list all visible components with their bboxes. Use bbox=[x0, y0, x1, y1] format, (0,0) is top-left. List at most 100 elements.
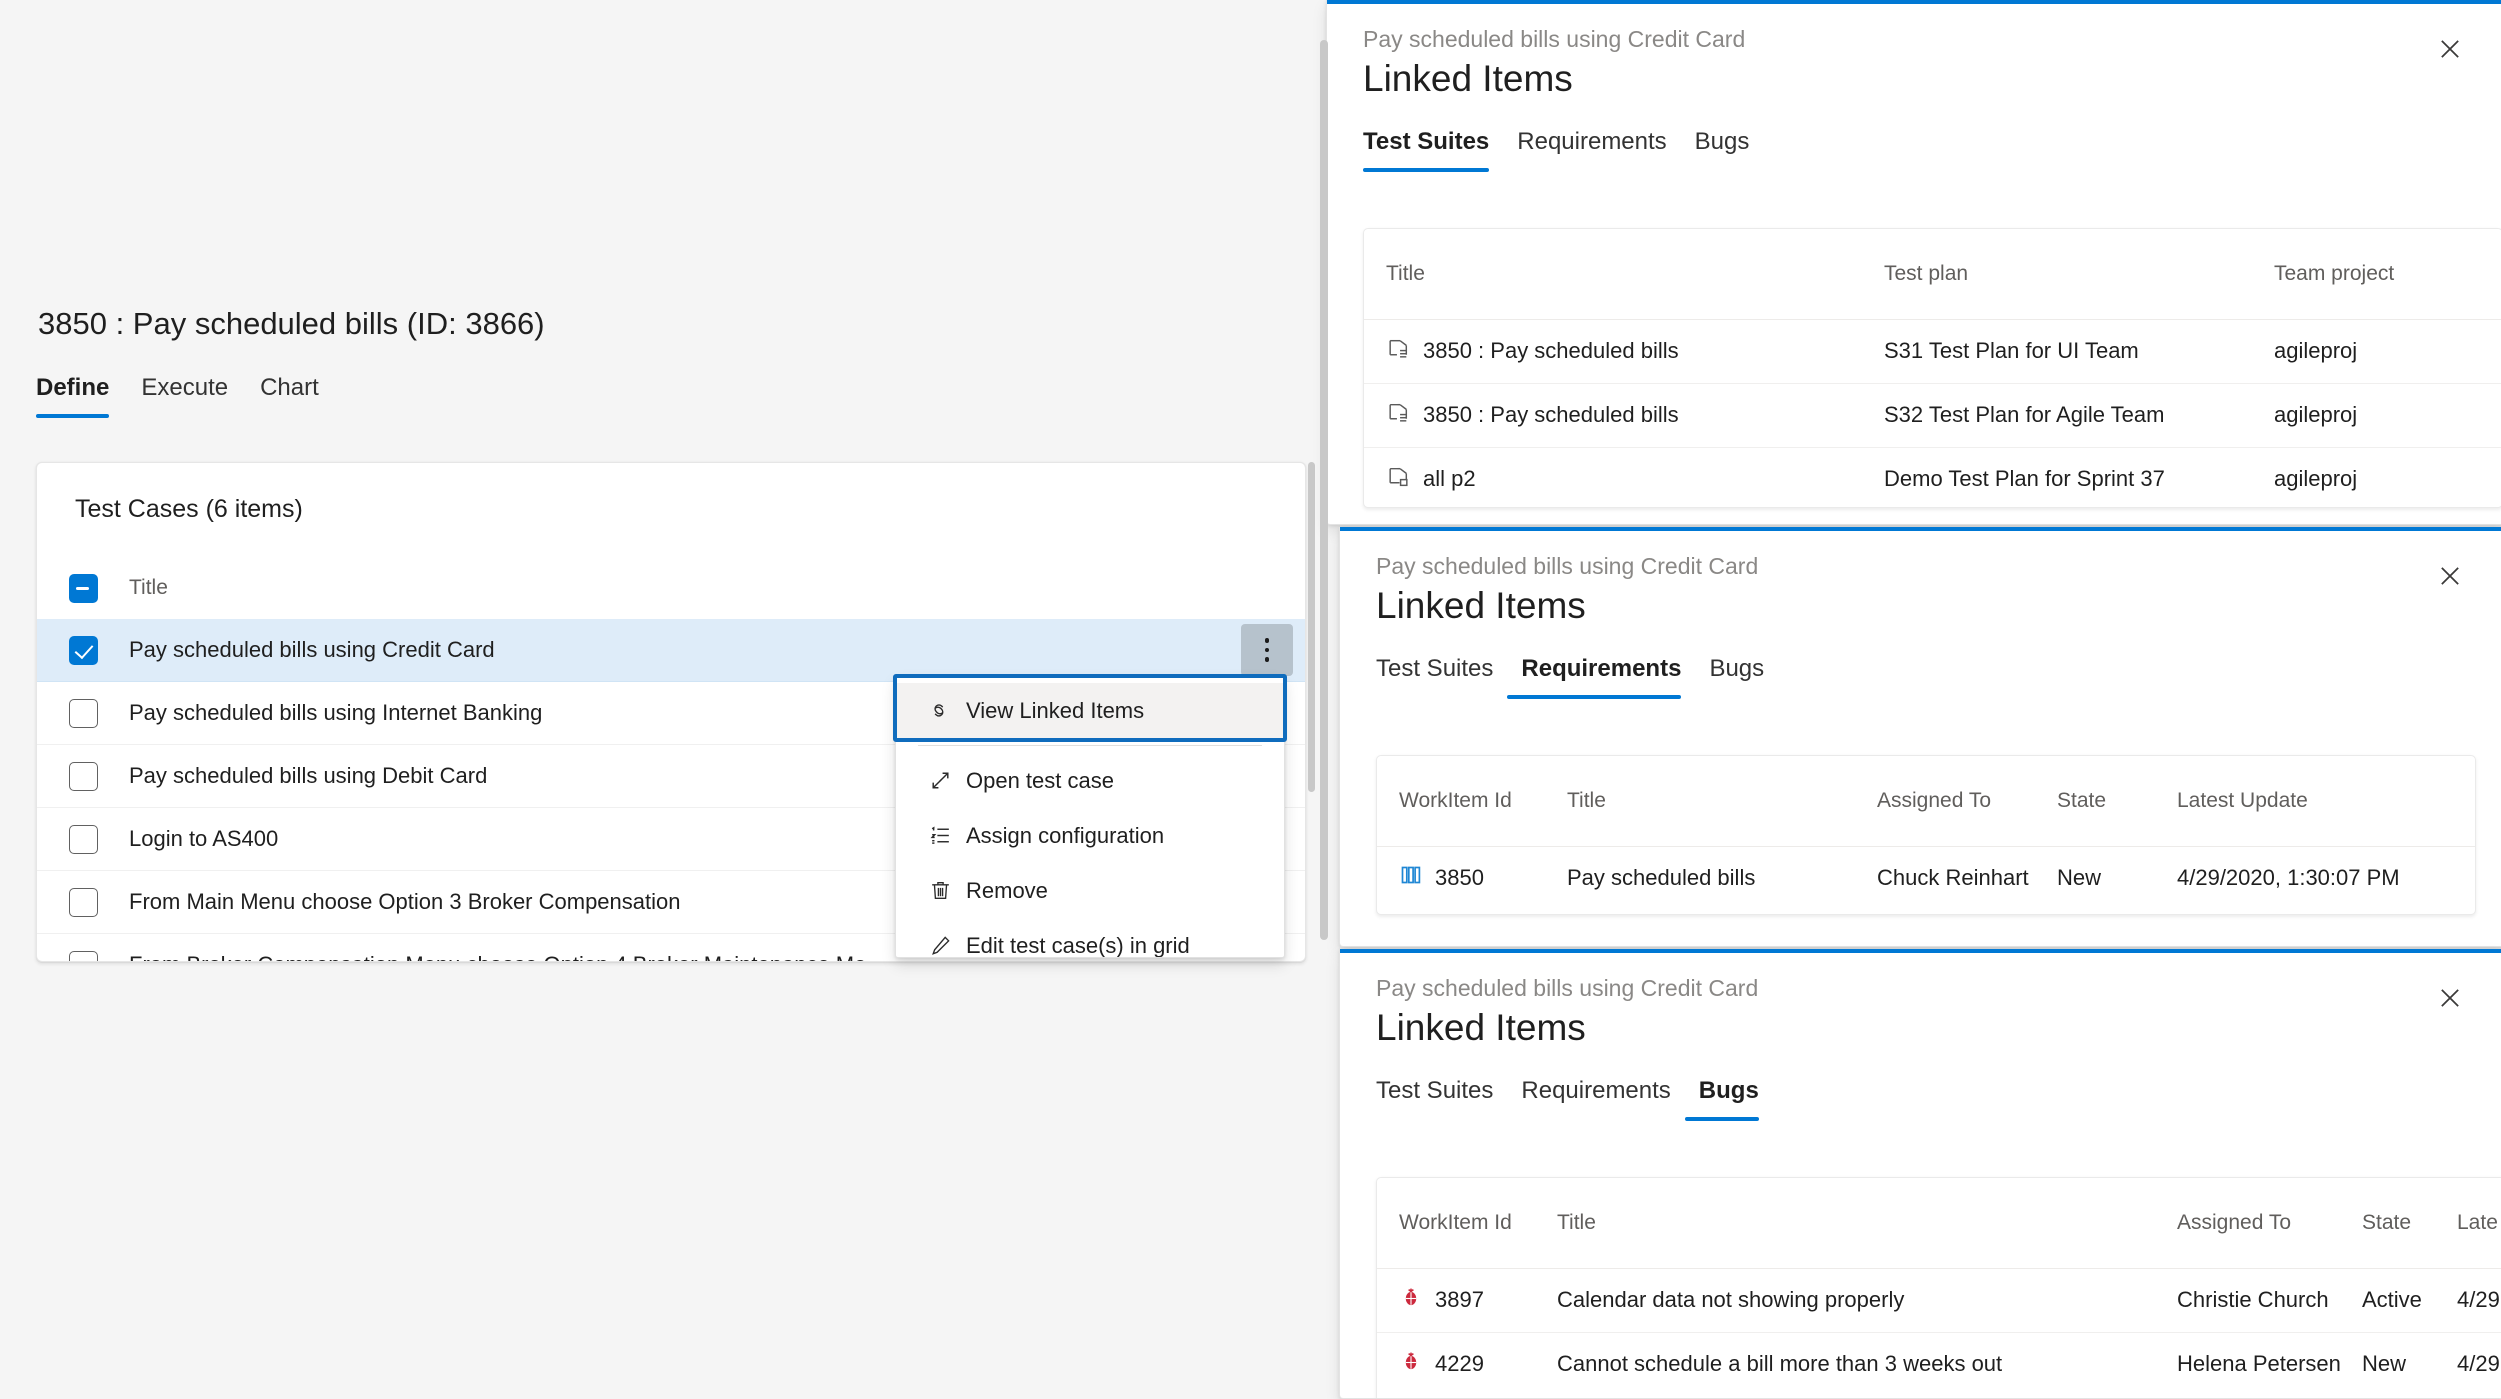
cell-team-project: agileproj bbox=[2274, 466, 2358, 492]
row-checkbox[interactable] bbox=[68, 824, 98, 854]
open-external-icon bbox=[914, 768, 966, 793]
table-row[interactable]: 4229 Cannot schedule a bill more than 3 … bbox=[1377, 1332, 2501, 1396]
tab-execute[interactable]: Execute bbox=[125, 374, 244, 418]
row-checkbox-cell[interactable] bbox=[37, 824, 129, 854]
menu-divider bbox=[918, 745, 1262, 746]
tab-bugs[interactable]: Bugs bbox=[1684, 1077, 1773, 1121]
select-all-checkbox[interactable] bbox=[68, 573, 98, 603]
tab-define-label: Define bbox=[36, 374, 110, 401]
menu-item-open-test-case[interactable]: Open test case bbox=[896, 753, 1284, 808]
column-header-title[interactable]: Title bbox=[129, 576, 168, 600]
test-suites-table: Title Test plan Team project 3850: Pay … bbox=[1364, 229, 2501, 507]
column-header-assigned-to[interactable]: Assigned To bbox=[1877, 756, 2057, 847]
tab-chart[interactable]: Chart bbox=[244, 374, 335, 418]
tab-define[interactable]: Define bbox=[36, 374, 125, 418]
scrollbar-thumb[interactable] bbox=[1308, 462, 1315, 792]
row-title: From Broker Compensation Menu choose Opt… bbox=[129, 952, 866, 961]
column-header-workitem-id[interactable]: WorkItem Id bbox=[1377, 756, 1567, 847]
column-header-latest-update[interactable]: Late bbox=[2457, 1178, 2501, 1269]
column-header-state[interactable]: State bbox=[2362, 1178, 2457, 1269]
select-all-checkbox-cell[interactable] bbox=[37, 573, 129, 603]
row-checkbox-cell[interactable] bbox=[37, 887, 129, 917]
table-row[interactable]: 3850 : Pay scheduled bills S31 Test Plan… bbox=[1364, 319, 2501, 384]
column-header-workitem-id[interactable]: WorkItem Id bbox=[1377, 1178, 1557, 1269]
tab-test-suites[interactable]: Test Suites bbox=[1376, 1077, 1507, 1121]
table-row[interactable]: 3850 Pay scheduled bills Chuck Reinhart … bbox=[1377, 846, 2475, 910]
table-row[interactable]: all p2 Demo Test Plan for Sprint 37 agil… bbox=[1364, 447, 2501, 507]
tab-test-suites[interactable]: Test Suites bbox=[1363, 128, 1503, 172]
tab-label: Requirements bbox=[1517, 128, 1667, 155]
tab-requirements[interactable]: Requirements bbox=[1503, 128, 1680, 172]
row-checkbox[interactable] bbox=[68, 950, 98, 961]
column-header-team-project[interactable]: Team project bbox=[2274, 229, 2501, 320]
test-cases-heading: Test Cases (6 items) bbox=[75, 495, 303, 523]
row-checkbox[interactable] bbox=[68, 887, 98, 917]
tab-test-suites[interactable]: Test Suites bbox=[1376, 655, 1507, 699]
row-checkbox-cell[interactable] bbox=[37, 698, 129, 728]
tab-chart-label: Chart bbox=[260, 374, 319, 401]
menu-item-view-linked-items[interactable]: View Linked Items bbox=[896, 683, 1284, 738]
column-header-state[interactable]: State bbox=[2057, 756, 2177, 847]
column-header-title[interactable]: Title bbox=[1557, 1178, 2177, 1269]
cell-workitem-id: 3850 bbox=[1435, 865, 1484, 891]
row-more-actions-icon[interactable] bbox=[1241, 624, 1293, 676]
table-row[interactable]: 3897 Calendar data not showing properly … bbox=[1377, 1268, 2501, 1333]
cell-state: New bbox=[2362, 1351, 2407, 1377]
panel-title: Linked Items bbox=[1376, 585, 1586, 626]
cell-title: Cannot schedule a bill more than 3 weeks… bbox=[1557, 1351, 2003, 1377]
tab-bugs[interactable]: Bugs bbox=[1695, 655, 1778, 699]
tab-label: Test Suites bbox=[1376, 655, 1494, 682]
column-header-test-plan[interactable]: Test plan bbox=[1884, 229, 2274, 320]
cell-test-plan: S32 Test Plan for Agile Team bbox=[1884, 383, 2274, 448]
test-suites-table-card: Title Test plan Team project 3850: Pay … bbox=[1363, 228, 2501, 508]
cell-test-plan: S31 Test Plan for UI Team bbox=[1884, 319, 2274, 384]
requirements-table: WorkItem Id Title Assigned To State Late… bbox=[1377, 756, 2475, 910]
row-title: Pay scheduled bills using Internet Banki… bbox=[129, 700, 543, 725]
menu-item-assign-configuration[interactable]: Assign configuration bbox=[896, 808, 1284, 863]
tab-requirements[interactable]: Requirements bbox=[1507, 655, 1695, 699]
right-region-scrollbar[interactable] bbox=[1320, 0, 1328, 1399]
tab-execute-label: Execute bbox=[141, 374, 229, 401]
column-header-title[interactable]: Title bbox=[1364, 229, 1884, 320]
menu-item-label: Edit test case(s) in grid bbox=[966, 932, 1190, 958]
edit-icon bbox=[914, 933, 966, 957]
trash-icon bbox=[914, 878, 966, 903]
row-checkbox[interactable] bbox=[68, 635, 98, 665]
column-header-title[interactable]: Title bbox=[1567, 756, 1877, 847]
row-checkbox-cell[interactable] bbox=[37, 635, 129, 665]
close-icon[interactable] bbox=[2425, 24, 2475, 74]
cell-latest-update: 4/29 bbox=[2457, 1268, 2501, 1333]
test-cases-scrollbar[interactable] bbox=[1307, 462, 1316, 962]
cell-latest-update: 4/29/2020, 1:30:07 PM bbox=[2177, 865, 2400, 891]
cell-test-plan: Demo Test Plan for Sprint 37 bbox=[1884, 466, 2165, 492]
panel-tab-bar: Test Suites Requirements Bugs bbox=[1376, 655, 1778, 699]
table-row[interactable]: 3850 : Pay scheduled bills S32 Test Plan… bbox=[1364, 383, 2501, 448]
linked-items-panel-test-suites: Pay scheduled bills using Credit Card Li… bbox=[1326, 0, 2501, 525]
tab-label: Requirements bbox=[1521, 655, 1682, 682]
tab-bugs[interactable]: Bugs bbox=[1681, 128, 1764, 172]
row-checkbox-cell[interactable] bbox=[37, 761, 129, 791]
panel-title: Linked Items bbox=[1376, 1007, 1586, 1048]
row-title: From Main Menu choose Option 3 Broker Co… bbox=[129, 889, 681, 914]
test-suite-icon bbox=[1386, 336, 1411, 367]
list-icon bbox=[914, 823, 966, 848]
bug-icon bbox=[1399, 1285, 1423, 1315]
row-checkbox[interactable] bbox=[68, 698, 98, 728]
menu-item-edit-in-grid[interactable]: Edit test case(s) in grid bbox=[896, 918, 1284, 958]
table-header-row: WorkItem Id Title Assigned To State Late… bbox=[1377, 756, 2475, 847]
column-header-latest-update[interactable]: Latest Update bbox=[2177, 756, 2475, 847]
table-row[interactable]: Pay scheduled bills using Credit Card bbox=[37, 619, 1305, 682]
close-icon[interactable] bbox=[2425, 551, 2475, 601]
close-icon[interactable] bbox=[2425, 973, 2475, 1023]
app-root: 3850 : Pay scheduled bills (ID: 3866) De… bbox=[0, 0, 2501, 1399]
row-checkbox[interactable] bbox=[68, 761, 98, 791]
cell-workitem-id: 4229 bbox=[1435, 1351, 1484, 1377]
menu-item-remove[interactable]: Remove bbox=[896, 863, 1284, 918]
cell-state: Active bbox=[2362, 1268, 2457, 1333]
column-header-assigned-to[interactable]: Assigned To bbox=[2177, 1178, 2362, 1269]
scrollbar-thumb[interactable] bbox=[1320, 40, 1328, 940]
tab-requirements[interactable]: Requirements bbox=[1507, 1077, 1684, 1121]
row-checkbox-cell[interactable] bbox=[37, 950, 129, 961]
cell-team-project: agileproj bbox=[2274, 383, 2501, 448]
cell-workitem-id: 3897 bbox=[1435, 1287, 1484, 1312]
